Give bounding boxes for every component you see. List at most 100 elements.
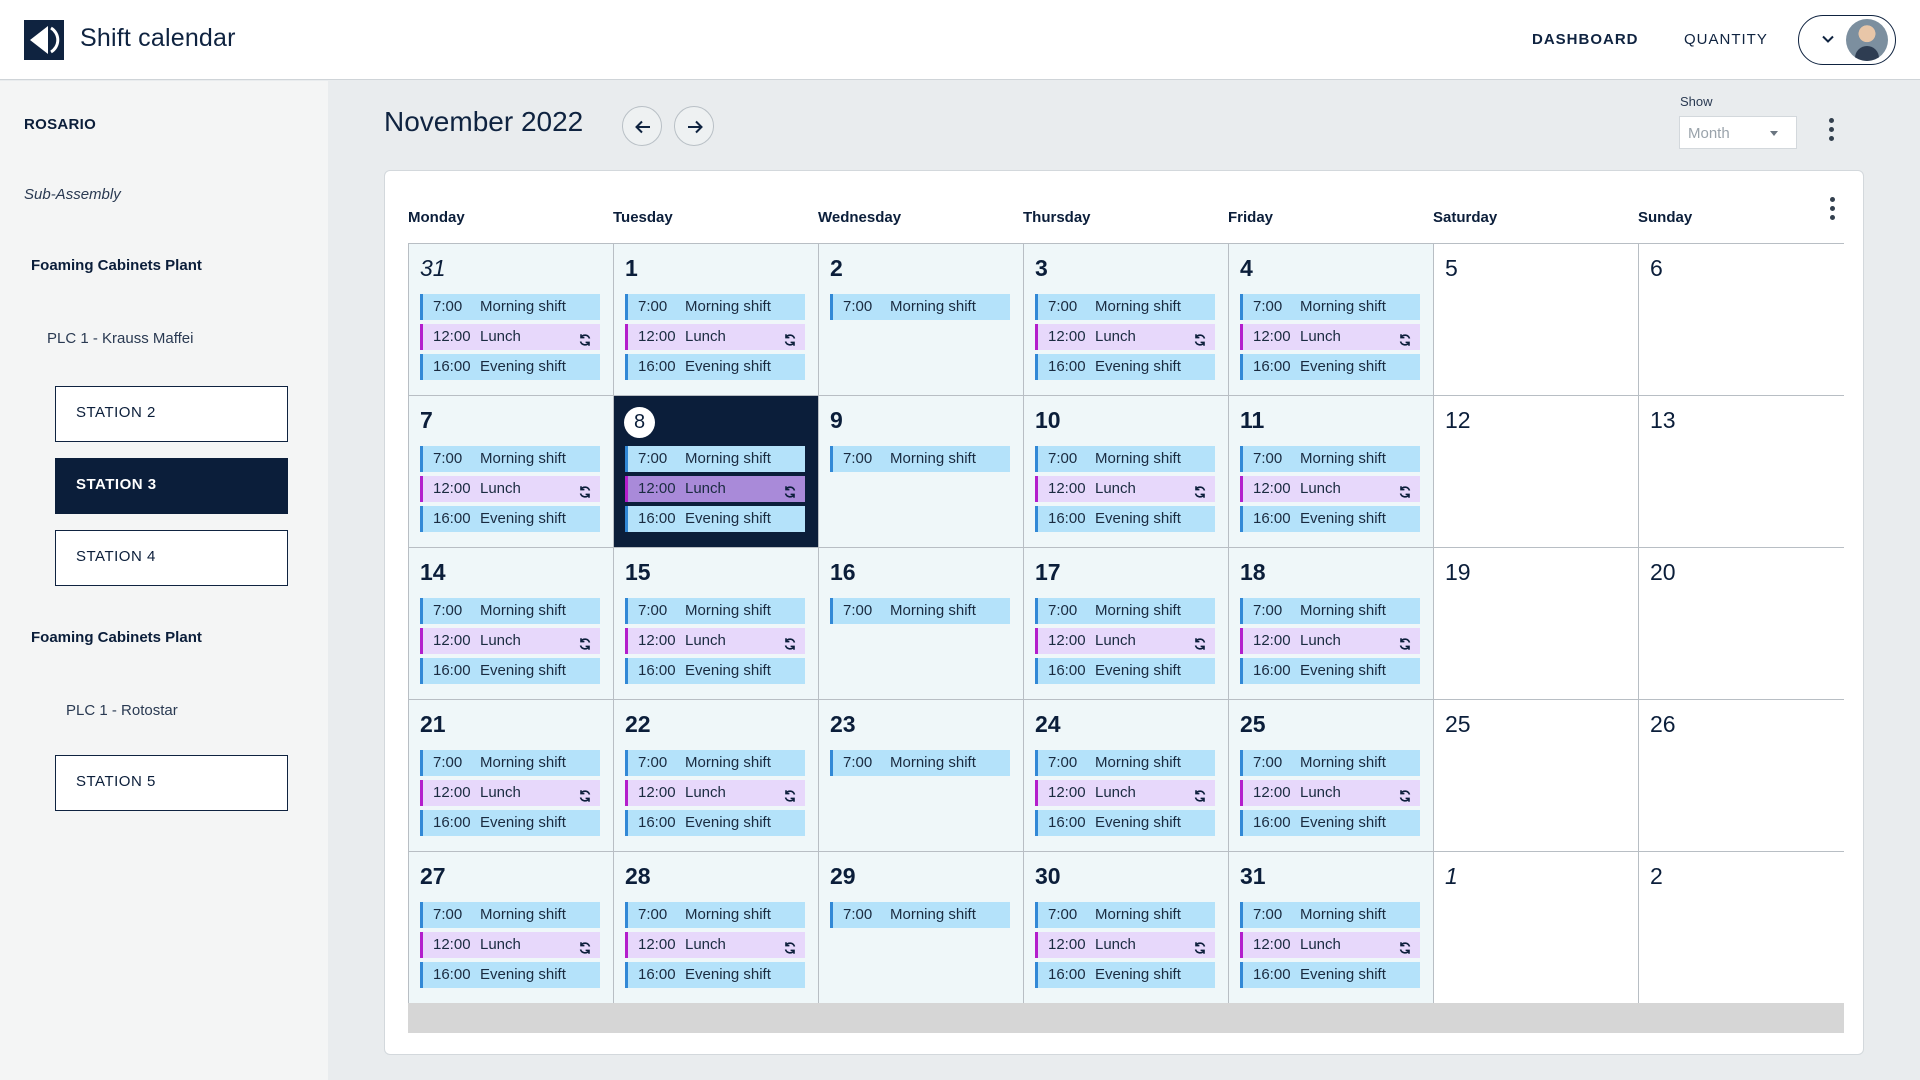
plc-item-rotostar[interactable]: PLC 1 - Rotostar [66, 702, 178, 719]
view-mode-select[interactable]: Month [1679, 116, 1797, 149]
day-cell[interactable]: 16 7:00 Morning shift [819, 548, 1024, 700]
day-cell[interactable]: 26 [1639, 700, 1844, 852]
morning-shift-event[interactable]: 7:00 Morning shift [1035, 598, 1215, 624]
evening-shift-event[interactable]: 16:00 Evening shift [420, 658, 600, 684]
day-cell[interactable]: 30 7:00 Morning shift 12:00 Lunch 16:00 Evenin… [1024, 852, 1229, 1004]
lunch-event[interactable]: 12:00 Lunch [625, 780, 805, 806]
day-cell[interactable]: 22 7:00 Morning shift 12:00 Lunch 16:00 Evenin… [614, 700, 819, 852]
morning-shift-event[interactable]: 7:00 Morning shift [625, 902, 805, 928]
morning-shift-event[interactable]: 7:00 Morning shift [1240, 446, 1420, 472]
day-cell[interactable]: 6 [1639, 244, 1844, 396]
lunch-event[interactable]: 12:00 Lunch [1240, 476, 1420, 502]
lunch-event[interactable]: 12:00 Lunch [420, 628, 600, 654]
lunch-event[interactable]: 12:00 Lunch [1240, 780, 1420, 806]
day-cell[interactable]: 12 [1434, 396, 1639, 548]
day-cell[interactable]: 24 7:00 Morning shift 12:00 Lunch 16:00 Evenin… [1024, 700, 1229, 852]
lunch-event[interactable]: 12:00 Lunch [1240, 324, 1420, 350]
morning-shift-event[interactable]: 7:00 Morning shift [625, 446, 805, 472]
user-menu-button[interactable] [1798, 15, 1896, 65]
day-cell[interactable]: 11 7:00 Morning shift 12:00 Lunch 16:00 Evenin… [1229, 396, 1434, 548]
evening-shift-event[interactable]: 16:00 Evening shift [625, 658, 805, 684]
station-3-button[interactable]: STATION 3 [55, 458, 288, 514]
day-cell[interactable]: 14 7:00 Morning shift 12:00 Lunch 16:00 Evenin… [409, 548, 614, 700]
morning-shift-event[interactable]: 7:00 Morning shift [420, 902, 600, 928]
evening-shift-event[interactable]: 16:00 Evening shift [1035, 658, 1215, 684]
nav-dashboard[interactable]: DASHBOARD [1532, 31, 1639, 48]
lunch-event[interactable]: 12:00 Lunch [1240, 932, 1420, 958]
evening-shift-event[interactable]: 16:00 Evening shift [1240, 810, 1420, 836]
day-cell[interactable]: 10 7:00 Morning shift 12:00 Lunch 16:00 Evenin… [1024, 396, 1229, 548]
day-cell[interactable]: 1 7:00 Morning shift 12:00 Lunch 16:00 Evening… [614, 244, 819, 396]
evening-shift-event[interactable]: 16:00 Evening shift [1035, 810, 1215, 836]
station-2-button[interactable]: STATION 2 [55, 386, 288, 442]
day-cell[interactable]: 2 7:00 Morning shift [819, 244, 1024, 396]
evening-shift-event[interactable]: 16:00 Evening shift [1240, 354, 1420, 380]
brand-logo-icon[interactable] [24, 20, 64, 60]
evening-shift-event[interactable]: 16:00 Evening shift [625, 962, 805, 988]
evening-shift-event[interactable]: 16:00 Evening shift [625, 354, 805, 380]
day-cell[interactable]: 5 [1434, 244, 1639, 396]
lunch-event[interactable]: 12:00 Lunch [1035, 628, 1215, 654]
lunch-event[interactable]: 12:00 Lunch [1035, 476, 1215, 502]
morning-shift-event[interactable]: 7:00 Morning shift [830, 750, 1010, 776]
plant-heading-1[interactable]: Foaming Cabinets Plant [31, 257, 202, 274]
day-cell[interactable]: 19 [1434, 548, 1639, 700]
day-cell[interactable]: 31 7:00 Morning shift 12:00 Lunch 16:00 Evenin… [409, 244, 614, 396]
day-cell[interactable]: 25 7:00 Morning shift 12:00 Lunch 16:00 Evenin… [1229, 700, 1434, 852]
day-cell[interactable]: 2 [1639, 852, 1844, 1004]
day-cell[interactable]: 18 7:00 Morning shift 12:00 Lunch 16:00 Evenin… [1229, 548, 1434, 700]
lunch-event[interactable]: 12:00 Lunch [420, 932, 600, 958]
morning-shift-event[interactable]: 7:00 Morning shift [1240, 902, 1420, 928]
evening-shift-event[interactable]: 16:00 Evening shift [1035, 354, 1215, 380]
lunch-event[interactable]: 12:00 Lunch [1035, 324, 1215, 350]
evening-shift-event[interactable]: 16:00 Evening shift [1240, 658, 1420, 684]
morning-shift-event[interactable]: 7:00 Morning shift [1240, 598, 1420, 624]
horizontal-scrollbar[interactable] [408, 1003, 1844, 1033]
lunch-event[interactable]: 12:00 Lunch [625, 932, 805, 958]
day-cell[interactable]: 31 7:00 Morning shift 12:00 Lunch 16:00 Evenin… [1229, 852, 1434, 1004]
day-cell[interactable]: 25 [1434, 700, 1639, 852]
morning-shift-event[interactable]: 7:00 Morning shift [625, 294, 805, 320]
lunch-event[interactable]: 12:00 Lunch [625, 476, 805, 502]
previous-month-button[interactable] [622, 106, 662, 146]
evening-shift-event[interactable]: 16:00 Evening shift [625, 506, 805, 532]
morning-shift-event[interactable]: 7:00 Morning shift [1035, 750, 1215, 776]
lunch-event[interactable]: 12:00 Lunch [1240, 628, 1420, 654]
area-subtitle[interactable]: Sub-Assembly [24, 186, 121, 203]
day-cell[interactable]: 27 7:00 Morning shift 12:00 Lunch 16:00 Evenin… [409, 852, 614, 1004]
evening-shift-event[interactable]: 16:00 Evening shift [420, 810, 600, 836]
day-cell[interactable]: 29 7:00 Morning shift [819, 852, 1024, 1004]
morning-shift-event[interactable]: 7:00 Morning shift [420, 598, 600, 624]
lunch-event[interactable]: 12:00 Lunch [420, 324, 600, 350]
morning-shift-event[interactable]: 7:00 Morning shift [625, 750, 805, 776]
day-cell[interactable]: 13 [1639, 396, 1844, 548]
morning-shift-event[interactable]: 7:00 Morning shift [1035, 294, 1215, 320]
day-cell[interactable]: 7 7:00 Morning shift 12:00 Lunch 16:00 Evening… [409, 396, 614, 548]
next-month-button[interactable] [674, 106, 714, 146]
day-cell[interactable]: 21 7:00 Morning shift 12:00 Lunch 16:00 Evenin… [409, 700, 614, 852]
nav-quantity[interactable]: QUANTITY [1684, 31, 1768, 48]
morning-shift-event[interactable]: 7:00 Morning shift [1240, 750, 1420, 776]
evening-shift-event[interactable]: 16:00 Evening shift [1035, 962, 1215, 988]
plant-heading-2[interactable]: Foaming Cabinets Plant [31, 629, 202, 646]
evening-shift-event[interactable]: 16:00 Evening shift [1240, 962, 1420, 988]
lunch-event[interactable]: 12:00 Lunch [420, 780, 600, 806]
day-cell[interactable]: 8 7:00 Morning shift 12:00 Lunch 16:00 Evening… [614, 396, 819, 548]
evening-shift-event[interactable]: 16:00 Evening shift [420, 354, 600, 380]
day-cell[interactable]: 9 7:00 Morning shift [819, 396, 1024, 548]
evening-shift-event[interactable]: 16:00 Evening shift [1035, 506, 1215, 532]
day-cell[interactable]: 3 7:00 Morning shift 12:00 Lunch 16:00 Evening… [1024, 244, 1229, 396]
day-cell[interactable]: 28 7:00 Morning shift 12:00 Lunch 16:00 Evenin… [614, 852, 819, 1004]
morning-shift-event[interactable]: 7:00 Morning shift [1240, 294, 1420, 320]
morning-shift-event[interactable]: 7:00 Morning shift [420, 294, 600, 320]
lunch-event[interactable]: 12:00 Lunch [1035, 932, 1215, 958]
morning-shift-event[interactable]: 7:00 Morning shift [625, 598, 805, 624]
morning-shift-event[interactable]: 7:00 Morning shift [830, 294, 1010, 320]
station-4-button[interactable]: STATION 4 [55, 530, 288, 586]
evening-shift-event[interactable]: 16:00 Evening shift [625, 810, 805, 836]
station-5-button[interactable]: STATION 5 [55, 755, 288, 811]
lunch-event[interactable]: 12:00 Lunch [625, 628, 805, 654]
morning-shift-event[interactable]: 7:00 Morning shift [420, 446, 600, 472]
day-cell[interactable]: 23 7:00 Morning shift [819, 700, 1024, 852]
day-cell[interactable]: 15 7:00 Morning shift 12:00 Lunch 16:00 Evenin… [614, 548, 819, 700]
